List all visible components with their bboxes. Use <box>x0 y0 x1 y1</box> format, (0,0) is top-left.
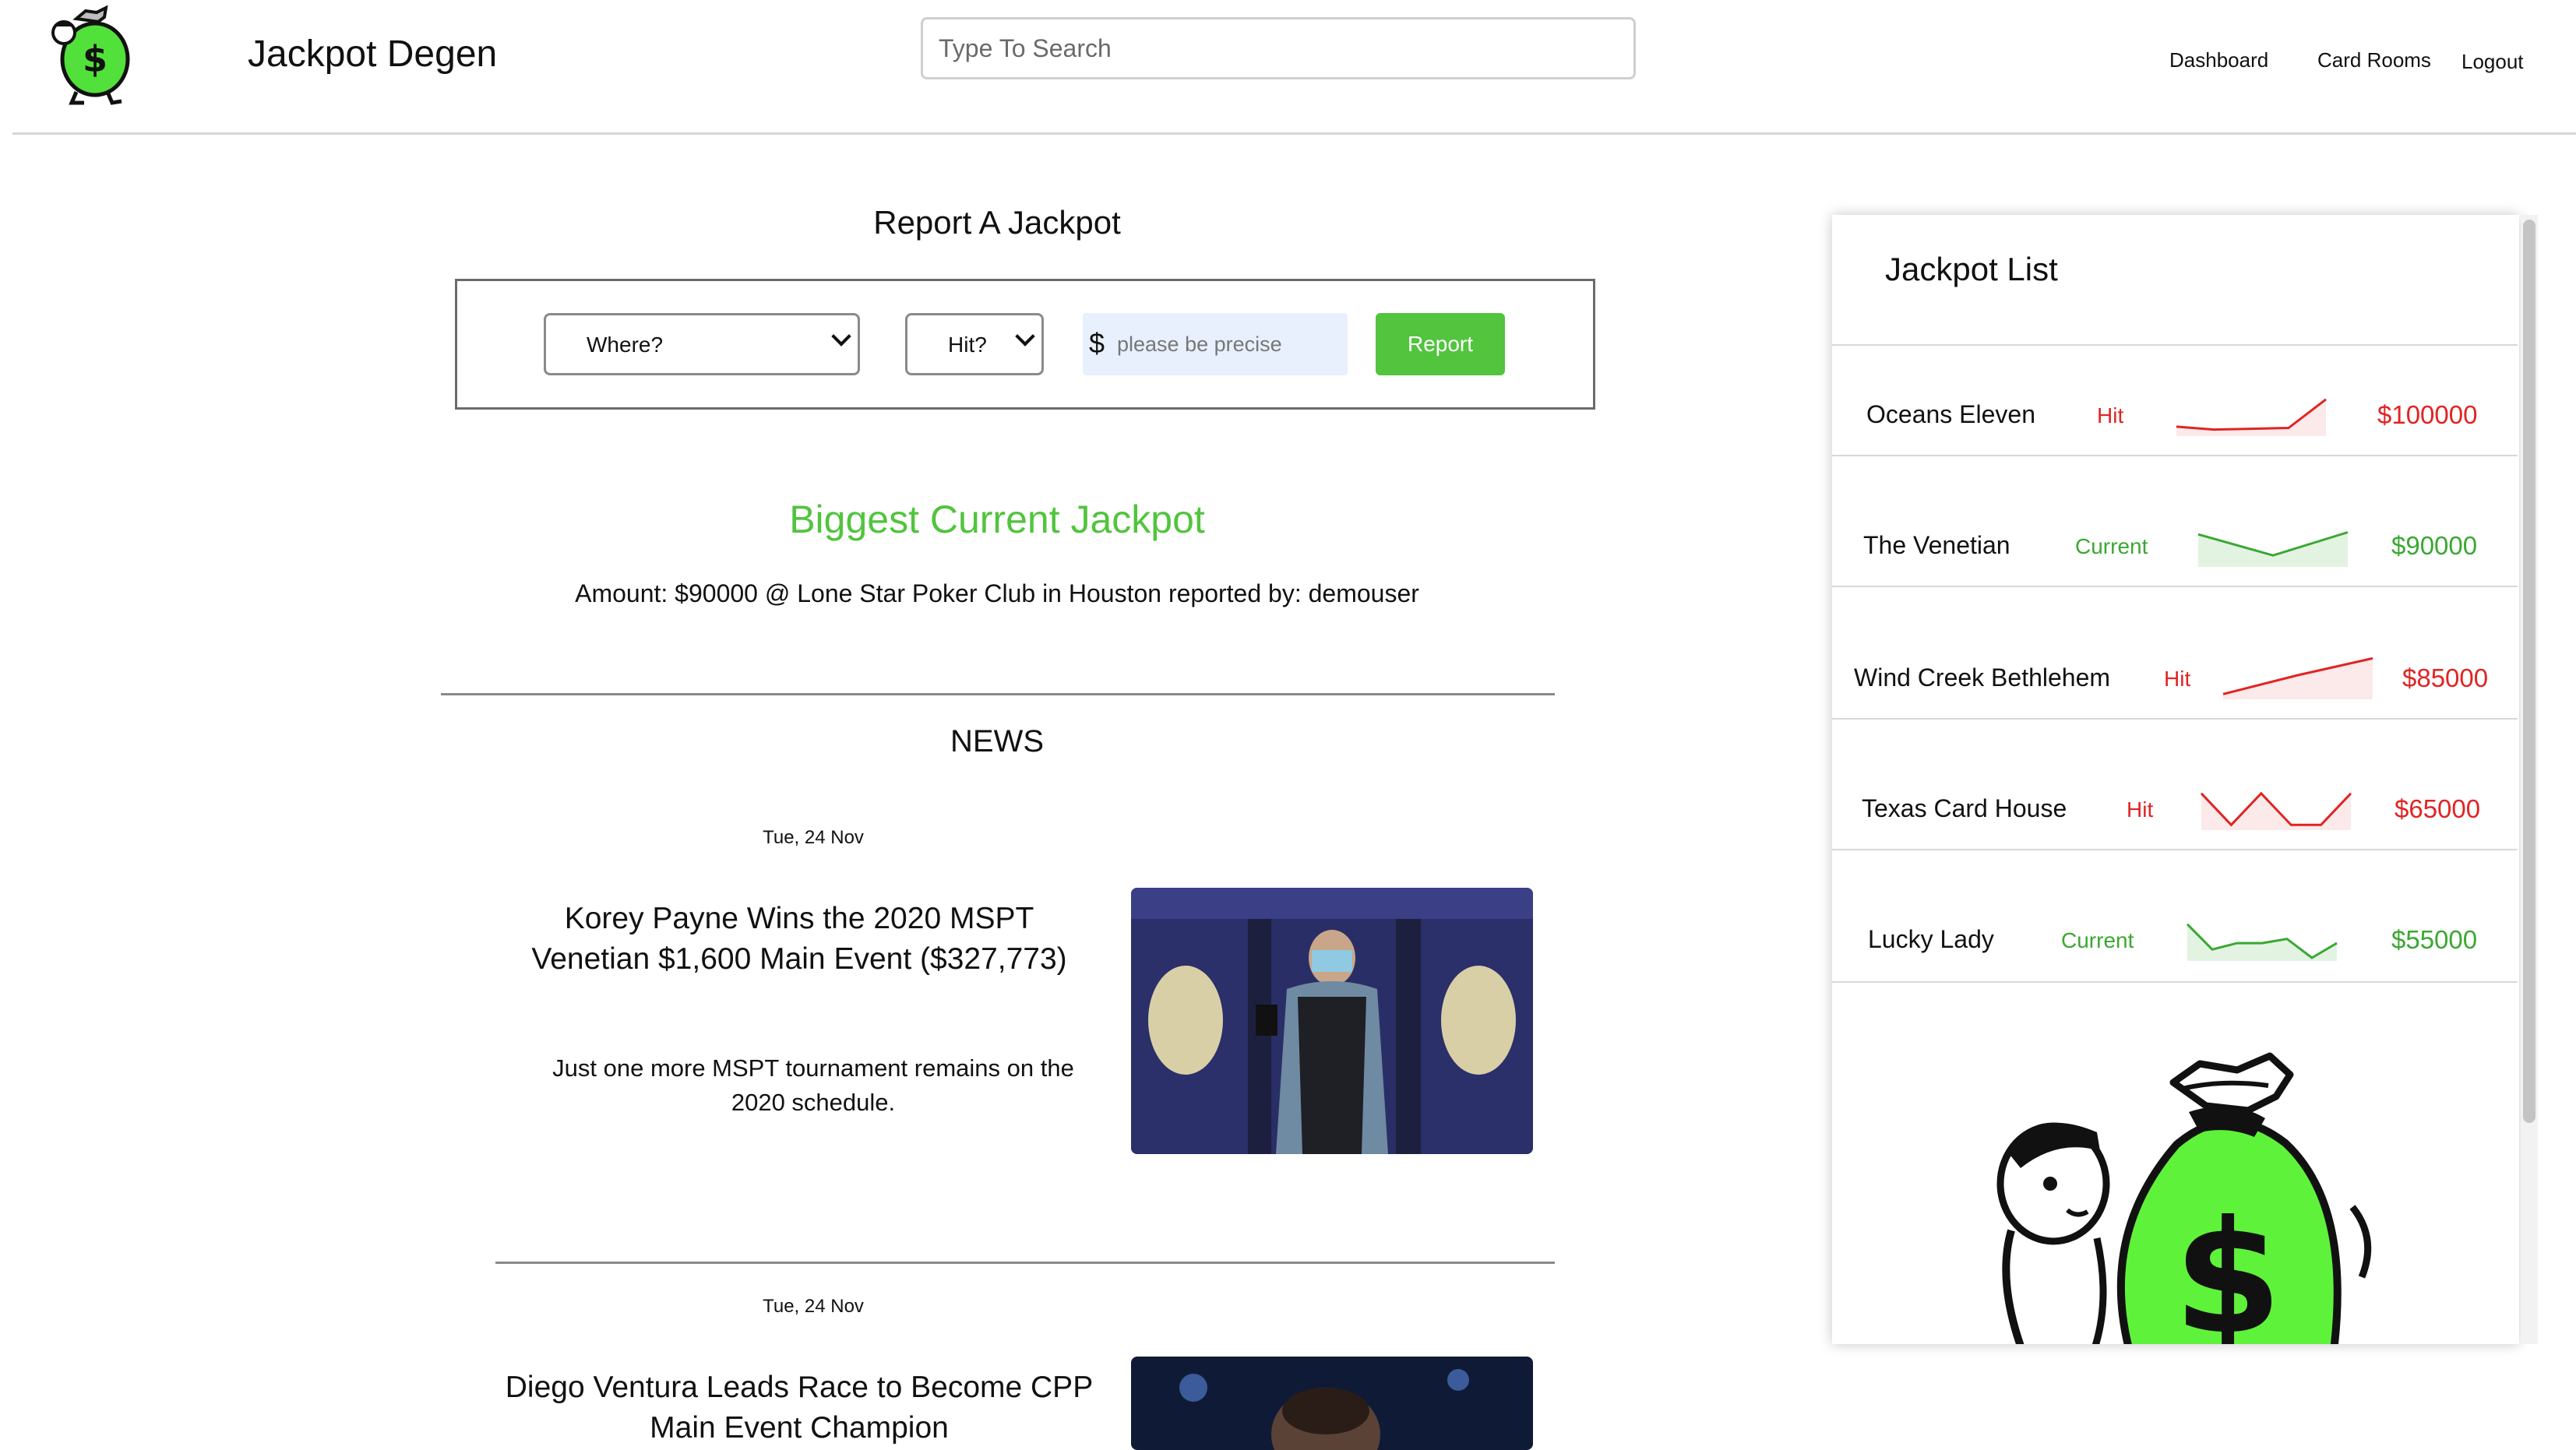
jackpot-amount: $65000 <box>2395 794 2481 823</box>
search-input[interactable] <box>921 17 1636 79</box>
amount-field[interactable]: $ <box>1083 313 1348 375</box>
jackpot-room-name[interactable]: Lucky Lady <box>1868 925 1994 954</box>
jackpot-amount: $85000 <box>2402 663 2489 692</box>
brand-name[interactable]: Jackpot Degen <box>248 33 497 76</box>
news-image-tournament-winner[interactable] <box>1131 888 1533 1154</box>
jackpot-trend-sparkline <box>2200 791 2352 830</box>
jackpot-amount: $90000 <box>2391 531 2478 560</box>
jackpot-trend-sparkline <box>2222 656 2373 699</box>
jackpot-amount: $100000 <box>2377 400 2478 429</box>
jackpot-room-name[interactable]: Wind Creek Bethlehem <box>1854 663 2110 692</box>
nav-logout-link[interactable]: Logout <box>2461 50 2524 74</box>
svg-text:$: $ <box>83 38 107 80</box>
news-headline[interactable]: Korey Payne Wins the 2020 MSPT Venetian … <box>503 899 1095 980</box>
news-headline[interactable]: Diego Ventura Leads Race to Become CPP M… <box>503 1367 1095 1448</box>
sparkline-area <box>2198 532 2348 567</box>
panel-divider <box>1832 981 2518 983</box>
biggest-jackpot-details: Amount: $90000 @ Lone Star Poker Club in… <box>575 579 1419 607</box>
top-navbar: $ Jackpot Degen Dashboard Card Rooms Log… <box>0 0 2576 135</box>
news-date: Tue, 24 Nov <box>763 1296 864 1317</box>
news-summary: Just one more MSPT tournament remains on… <box>552 1054 1074 1116</box>
jackpot-amount: $55000 <box>2391 925 2478 954</box>
chevron-down-icon <box>1015 326 1035 347</box>
dollar-sign-icon: $ <box>1089 327 1105 359</box>
news-divider <box>495 1262 1555 1264</box>
section-divider <box>441 693 1555 695</box>
biggest-jackpot-title: Biggest Current Jackpot <box>789 498 1205 541</box>
panel-divider <box>1832 586 2518 587</box>
hit-select-value: Hit? <box>948 333 987 357</box>
news-title: NEWS <box>950 724 1044 758</box>
jackpot-status-current: Current <box>2061 928 2134 952</box>
panel-scrollbar-thumb[interactable] <box>2523 220 2535 1123</box>
sparkline-area <box>2201 793 2351 830</box>
hit-select[interactable]: Hit? <box>905 313 1044 375</box>
money-bag-logo-icon[interactable]: $ <box>45 5 137 106</box>
where-select[interactable]: Where? <box>544 313 860 375</box>
jackpot-status-hit: Hit <box>2097 403 2124 428</box>
news-date: Tue, 24 Nov <box>763 827 864 848</box>
jackpot-list-panel: Jackpot List Oceans Eleven Hit $100000 T… <box>1832 215 2519 1344</box>
jackpot-trend-sparkline <box>2186 923 2338 961</box>
where-select-value: Where? <box>587 333 664 357</box>
chevron-down-icon <box>831 326 851 347</box>
jackpot-status-current: Current <box>2075 534 2148 558</box>
header-divider <box>12 132 2576 135</box>
jackpot-room-name[interactable]: Texas Card House <box>1862 794 2067 823</box>
jackpot-trend-sparkline <box>2176 398 2327 436</box>
panel-divider <box>1832 455 2518 456</box>
panel-divider <box>1832 718 2518 720</box>
jackpot-list-title: Jackpot List <box>1885 251 2058 287</box>
panel-divider <box>1832 849 2518 850</box>
money-bag-mascot-icon: $ <box>1996 1052 2372 1344</box>
nav-dashboard-link[interactable]: Dashboard <box>2169 48 2268 72</box>
jackpot-status-hit: Hit <box>2164 667 2191 691</box>
nav-card-rooms-link[interactable]: Card Rooms <box>2317 48 2431 72</box>
jackpot-status-hit: Hit <box>2127 797 2154 822</box>
jackpot-trend-sparkline <box>2197 531 2349 567</box>
report-title: Report A Jackpot <box>873 204 1121 241</box>
svg-text:$: $ <box>2173 1188 2282 1344</box>
jackpot-room-name[interactable]: The Venetian <box>1863 531 2010 560</box>
report-button[interactable]: Report <box>1376 313 1505 375</box>
news-image-player-portrait[interactable] <box>1131 1357 1533 1450</box>
amount-input[interactable] <box>1117 313 1343 375</box>
jackpot-room-name[interactable]: Oceans Eleven <box>1866 400 2035 429</box>
panel-divider <box>1832 344 2518 346</box>
